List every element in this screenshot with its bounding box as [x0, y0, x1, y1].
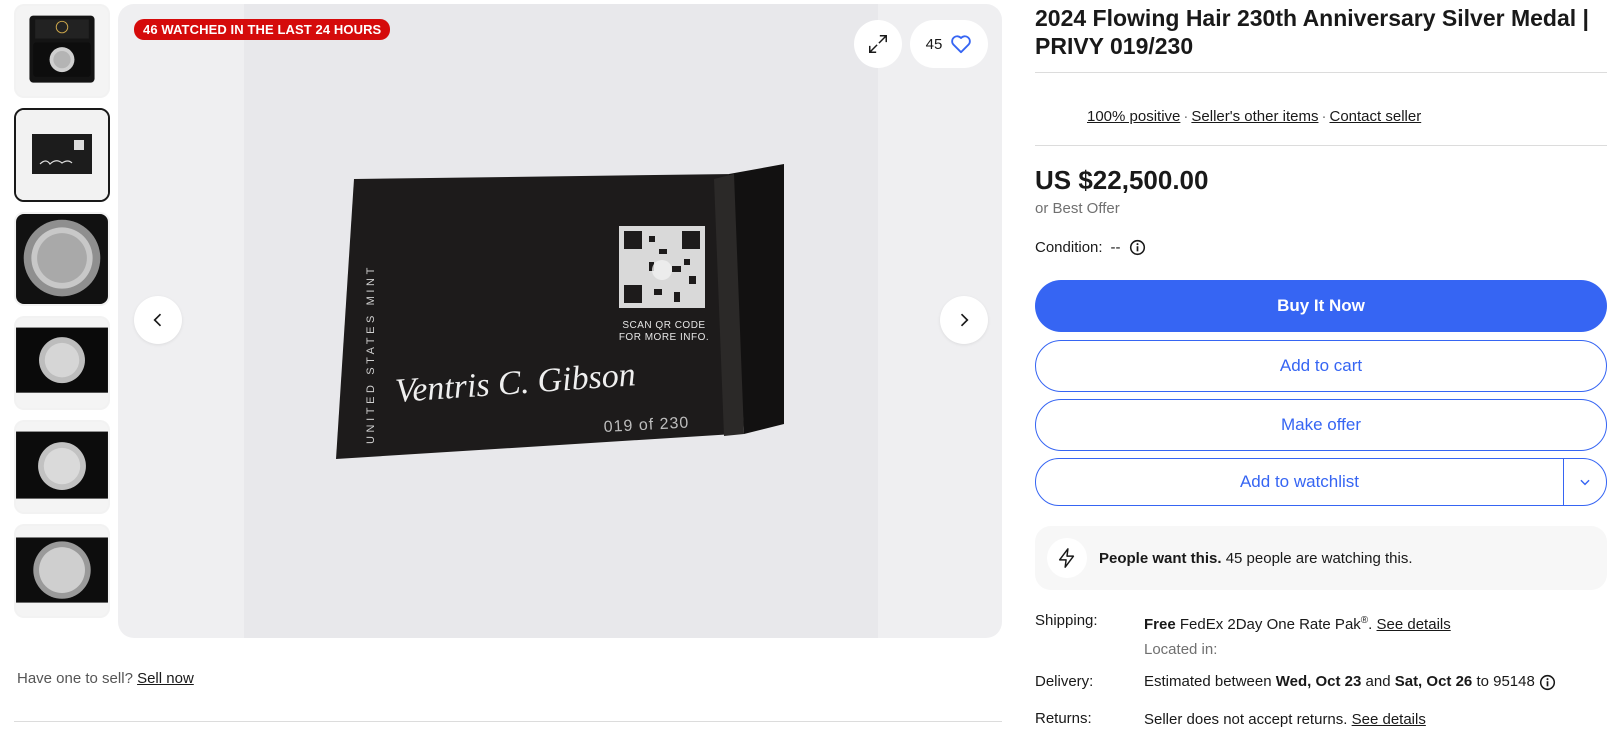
thumbnail-image	[16, 422, 108, 512]
qr-caption-1: SCAN QR CODE	[622, 320, 705, 331]
returns-row: Returns: Seller does not accept returns.…	[1035, 710, 1426, 728]
bolt-icon-wrapper	[1047, 538, 1087, 578]
shipping-period: .	[1368, 616, 1373, 633]
shipping-free: Free	[1144, 616, 1176, 633]
returns-label: Returns:	[1035, 710, 1092, 727]
demand-count-text: 45 people are watching this.	[1225, 549, 1413, 567]
card-vertical-text: UNITED STATES MINT	[365, 264, 377, 444]
delivery-and: and	[1365, 673, 1391, 690]
price: US $22,500.00	[1035, 165, 1209, 195]
delivery-value: Estimated between Wed, Oct 23 and Sat, O…	[1144, 673, 1556, 691]
shipping-label: Shipping:	[1035, 612, 1098, 629]
thumbnail-4[interactable]	[14, 316, 110, 410]
returns-text: Seller does not accept returns.	[1144, 711, 1348, 728]
returns-value: Seller does not accept returns. See deta…	[1144, 710, 1426, 728]
shipping-value: Free FedEx 2Day One Rate Pak®. See detai…	[1144, 612, 1451, 658]
thumbnail-image	[16, 110, 108, 200]
best-offer-text: or Best Offer	[1035, 200, 1120, 217]
watchlist-dropdown-button[interactable]	[1564, 459, 1606, 505]
sell-now-link[interactable]: Sell now	[137, 670, 194, 687]
contact-seller-link[interactable]: Contact seller	[1329, 108, 1421, 125]
main-image-viewer[interactable]: SCAN QR CODE FOR MORE INFO. UNITED STATE…	[118, 4, 1002, 638]
thumbnail-image	[16, 6, 108, 96]
seller-other-items-link[interactable]: Seller's other items	[1191, 108, 1318, 125]
returns-details-link[interactable]: See details	[1352, 711, 1426, 728]
expand-icon	[869, 35, 887, 53]
delivery-prefix: Estimated between	[1144, 673, 1272, 690]
watch-banner: 46 WATCHED IN THE LAST 24 HOURS	[134, 19, 391, 40]
thumbnail-image	[16, 214, 108, 304]
info-icon[interactable]	[1539, 674, 1556, 691]
condition-label: Condition:	[1035, 239, 1103, 256]
make-offer-button[interactable]: Make offer	[1035, 399, 1607, 451]
thumbnail-strip	[14, 4, 110, 628]
previous-image-button[interactable]	[134, 296, 182, 344]
shipping-details-link[interactable]: See details	[1377, 616, 1451, 633]
qr-caption-2: FOR MORE INFO.	[619, 332, 709, 343]
thumbnail-image	[16, 526, 108, 616]
condition-value: --	[1110, 239, 1121, 256]
delivery-label: Delivery:	[1035, 673, 1094, 690]
chevron-down-icon	[1580, 479, 1590, 486]
add-to-cart-button[interactable]: Add to cart	[1035, 340, 1607, 392]
heart-icon	[951, 35, 972, 54]
thumbnail-3[interactable]	[14, 212, 110, 306]
divider	[1035, 145, 1607, 146]
thumbnail-6[interactable]	[14, 524, 110, 618]
delivery-to: to	[1476, 673, 1489, 690]
condition-row: Condition: --	[1035, 239, 1146, 256]
seller-feedback-link[interactable]: 100% positive	[1087, 108, 1180, 125]
listing-title: 2024 Flowing Hair 230th Anniversary Silv…	[1035, 5, 1589, 59]
thumbnail-1[interactable]	[14, 4, 110, 98]
shipping-service: FedEx 2Day One Rate Pak	[1179, 616, 1361, 633]
seller-links: 100% positive · Seller's other items · Conta…	[1087, 108, 1421, 125]
delivery-date-end: Sat, Oct 26	[1394, 673, 1473, 690]
listing-details: 2024 Flowing Hair 230th Anniversary Silv…	[1035, 0, 1607, 728]
watchlist-control: Add to watchlist	[1035, 458, 1607, 506]
watch-count: 45	[925, 35, 943, 53]
chevron-right-icon	[960, 313, 969, 327]
thumbnail-image	[16, 318, 108, 408]
product-photo: SCAN QR CODE FOR MORE INFO. UNITED STATE…	[244, 4, 878, 638]
price-block: US $22,500.00 or Best Offer	[1035, 165, 1208, 217]
divider	[1035, 72, 1607, 73]
expand-button[interactable]	[854, 20, 902, 68]
lightning-icon	[1058, 548, 1075, 568]
demand-text: People want this. 45 people are watching…	[1099, 550, 1413, 567]
shipping-row: Shipping: Free FedEx 2Day One Rate Pak®.…	[1035, 612, 1451, 658]
divider	[14, 721, 1002, 722]
favorite-button[interactable]: 45	[910, 20, 988, 68]
separator-dot: ·	[1183, 108, 1189, 125]
delivery-row: Delivery: Estimated between Wed, Oct 23 …	[1035, 673, 1556, 691]
info-icon[interactable]	[1129, 239, 1146, 256]
chevron-left-icon	[153, 313, 162, 327]
sell-prompt: Have one to sell? Sell now	[17, 670, 194, 687]
separator-dot: ·	[1321, 108, 1327, 125]
demand-bold: People want this.	[1099, 549, 1222, 567]
next-image-button[interactable]	[940, 296, 988, 344]
sell-prompt-text: Have one to sell?	[17, 670, 133, 687]
certificate-card-image: SCAN QR CODE FOR MORE INFO. UNITED STATE…	[244, 4, 878, 638]
delivery-date-start: Wed, Oct 23	[1275, 673, 1362, 690]
thumbnail-2[interactable]	[14, 108, 110, 202]
thumbnail-5[interactable]	[14, 420, 110, 514]
buy-it-now-button[interactable]: Buy It Now	[1035, 280, 1607, 332]
demand-signal: People want this. 45 people are watching…	[1035, 526, 1607, 590]
delivery-zip[interactable]: 95148	[1493, 673, 1535, 690]
located-in: Located in:	[1144, 641, 1218, 658]
add-to-watchlist-button[interactable]: Add to watchlist	[1036, 459, 1564, 505]
